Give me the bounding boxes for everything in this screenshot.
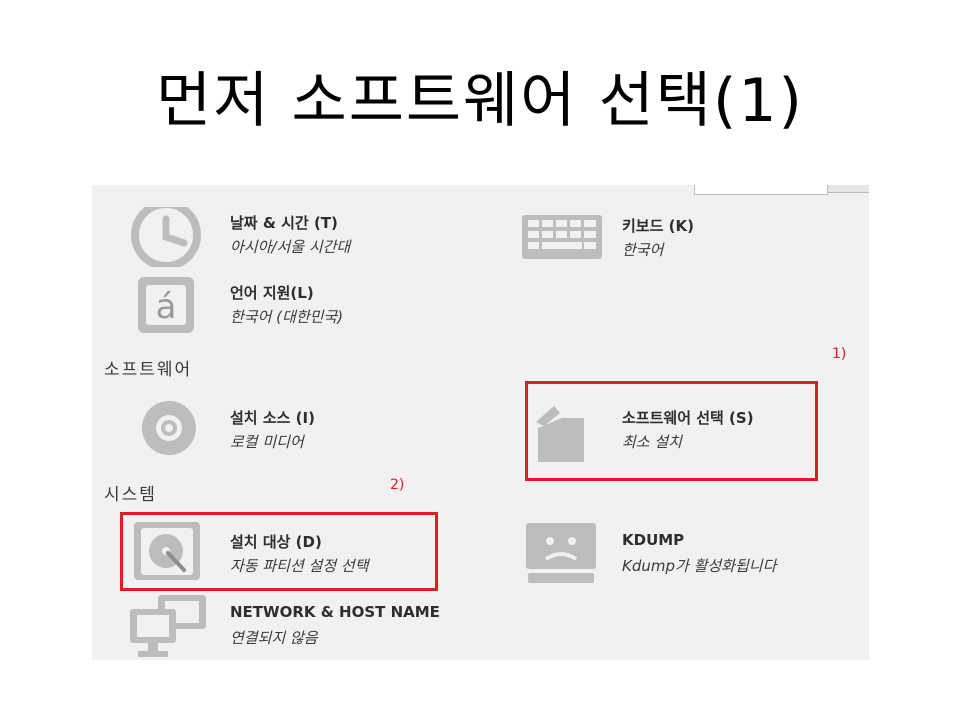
spoke-network-hostname-title: NETWORK & HOST NAME	[230, 603, 440, 621]
spoke-keyboard-title: 키보드 (K)	[622, 217, 694, 235]
keyboard-icon	[522, 215, 602, 259]
sad-monitor-icon	[526, 523, 596, 583]
network-icon	[130, 595, 206, 657]
section-software-heading: 소프트웨어	[104, 360, 193, 380]
spoke-installation-source-title: 설치 소스 (I)	[230, 409, 315, 427]
spoke-language-status: 한국어 (대한민국)	[230, 308, 344, 326]
svg-text:á: á	[156, 287, 177, 327]
spoke-keyboard-status: 한국어	[622, 241, 664, 259]
spoke-datetime-status: 아시아/서울 시간대	[230, 238, 351, 256]
highlight-box-installation-destination	[120, 512, 438, 591]
disc-icon	[142, 401, 196, 455]
installer-summary-screenshot: 날짜 & 시간 (T) 아시아/서울 시간대 키보드 (K) 한국어 á 언어 …	[92, 185, 869, 660]
annotation-step-1: 1)	[832, 346, 847, 362]
language-select-box[interactable]	[694, 185, 828, 195]
spoke-network-hostname[interactable]: NETWORK & HOST NAME 연결되지 않음	[130, 595, 530, 659]
spoke-language[interactable]: á 언어 지원(L) 한국어 (대한민국)	[130, 275, 460, 335]
spoke-kdump[interactable]: KDUMP Kdump가 활성화됩니다	[526, 523, 846, 587]
help-button[interactable]	[827, 185, 869, 193]
highlight-box-software-selection	[525, 381, 818, 481]
annotation-step-2: 2)	[390, 477, 405, 493]
spoke-installation-source[interactable]: 설치 소스 (I) 로컬 미디어	[130, 400, 460, 460]
spoke-language-title: 언어 지원(L)	[230, 284, 314, 302]
spoke-network-hostname-status: 연결되지 않음	[230, 629, 318, 647]
spoke-datetime-title: 날짜 & 시간 (T)	[230, 214, 338, 232]
spoke-datetime[interactable]: 날짜 & 시간 (T) 아시아/서울 시간대	[130, 207, 460, 267]
clock-icon	[131, 207, 201, 267]
spoke-kdump-title: KDUMP	[622, 531, 685, 549]
spoke-installation-source-status: 로컬 미디어	[230, 433, 304, 451]
spoke-kdump-status: Kdump가 활성화됩니다	[622, 557, 777, 575]
section-system-heading: 시스템	[104, 485, 157, 505]
spoke-keyboard[interactable]: 키보드 (K) 한국어	[522, 207, 822, 267]
language-icon: á	[138, 277, 194, 333]
slide-title: 먼저 소프트웨어 선택(1)	[156, 66, 804, 136]
